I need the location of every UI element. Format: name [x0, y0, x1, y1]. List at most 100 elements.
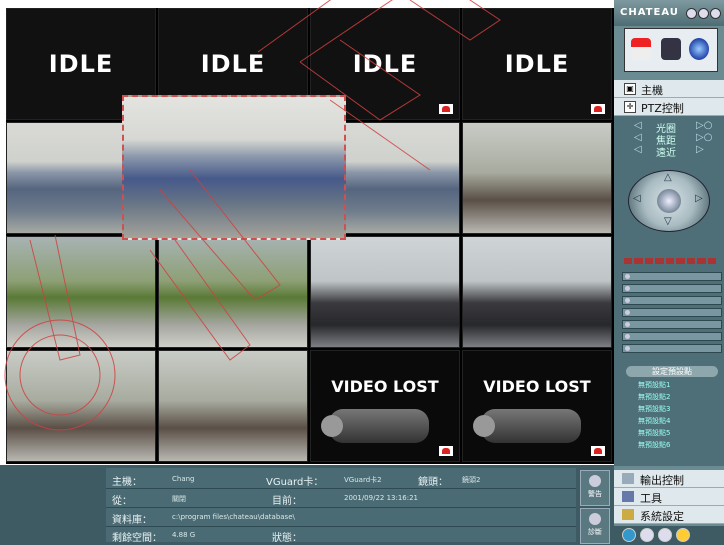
home-icon[interactable]: [640, 528, 654, 542]
host-icon: ▣: [624, 83, 636, 95]
idle-label: IDLE: [200, 50, 266, 78]
iris-open-button[interactable]: ▷○: [696, 120, 712, 131]
zoom-in-button[interactable]: ▷: [696, 144, 704, 155]
status-row-host: 主機： Chang VGuard卡： VGuard卡2 鏡頭： 鏡頭2: [106, 470, 576, 489]
close-button[interactable]: [710, 8, 721, 19]
card-label: VGuard卡：: [266, 477, 324, 488]
camera-settings-icon[interactable]: [661, 38, 681, 60]
tools-icon: [622, 491, 634, 502]
preset-bar[interactable]: [622, 308, 722, 317]
preset-item[interactable]: 無預設點3: [638, 404, 670, 414]
menu-ptz[interactable]: ✛ PTZ控制: [614, 98, 724, 116]
space-value: 4.88 G: [172, 531, 196, 539]
system-settings-label: 系統設定: [640, 510, 684, 523]
zoom-label: 遠近: [656, 148, 676, 159]
enlarged-camera-view[interactable]: [122, 95, 346, 240]
camera-tile-13[interactable]: [6, 350, 156, 462]
zoom-out-button[interactable]: ◁: [634, 144, 642, 155]
video-lost-label: VIDEO LOST: [483, 377, 591, 396]
diagnose-icon: [589, 513, 601, 525]
joystick-center[interactable]: [657, 189, 681, 213]
focus-near-button[interactable]: ◁: [634, 132, 642, 143]
camera-tile-11[interactable]: [310, 236, 460, 348]
space-label: 剩餘空間：: [112, 533, 162, 544]
set-preset-button[interactable]: 設定預設點: [626, 366, 718, 377]
warning-button[interactable]: 警告: [580, 470, 610, 506]
state-label: 狀態：: [272, 533, 302, 544]
preset-item[interactable]: 無預設點1: [638, 380, 670, 390]
output-icon: [622, 473, 634, 484]
pan-left-icon[interactable]: ◁: [633, 193, 641, 204]
app-window: IDLE IDLE IDLE IDLE VIDEO LOST VIDEO LOS…: [0, 0, 724, 545]
tilt-up-icon[interactable]: △: [664, 172, 672, 183]
ptz-focus-row: ◁ 焦距 ▷○: [614, 132, 724, 147]
idle-label: IDLE: [48, 50, 114, 78]
preset-item[interactable]: 無預設點5: [638, 428, 670, 438]
preset-item[interactable]: 無預設點6: [638, 440, 670, 450]
ptz-zoom-row: ◁ 遠近 ▷: [614, 144, 724, 159]
camera-icon: [321, 409, 429, 443]
preset-bar[interactable]: [622, 344, 722, 353]
db-label: 資料庫：: [112, 515, 152, 526]
from-label: 從：: [112, 496, 132, 507]
tool-icon-bar: [624, 28, 718, 72]
camera-tile-10[interactable]: [158, 236, 308, 348]
minimize-button[interactable]: [686, 8, 697, 19]
camera-tile-14[interactable]: [158, 350, 308, 462]
host-value: Chang: [172, 475, 195, 483]
diagnose-button[interactable]: 診斷: [580, 508, 610, 544]
camera-tile-9[interactable]: [6, 236, 156, 348]
status-row-space: 剩餘空間： 4.88 G 狀態：: [106, 526, 576, 544]
brand-logo-icon: [591, 104, 605, 114]
maximize-button[interactable]: [698, 8, 709, 19]
preset-item[interactable]: 無預設點4: [638, 416, 670, 426]
idle-label: IDLE: [504, 50, 570, 78]
preset-bar[interactable]: [622, 284, 722, 293]
pan-right-icon[interactable]: ▷: [695, 193, 703, 204]
idle-label: IDLE: [352, 50, 418, 78]
iris-close-button[interactable]: ◁: [634, 120, 642, 131]
preset-bar[interactable]: [622, 320, 722, 329]
help-icon[interactable]: [676, 528, 690, 542]
camera-tile-15[interactable]: VIDEO LOST: [310, 350, 460, 462]
preset-item[interactable]: 無預設點2: [638, 392, 670, 402]
ptz-joystick[interactable]: △ ▽ ◁ ▷: [628, 170, 710, 232]
menu-output-control[interactable]: 輸出控制: [614, 470, 724, 488]
from-value: 關閉: [172, 495, 186, 503]
now-label: 目前：: [272, 496, 302, 507]
status-row-db: 資料庫： c:\program files\chateau\database\: [106, 508, 576, 527]
camera-tile-16[interactable]: VIDEO LOST: [462, 350, 612, 462]
ptz-icon: ✛: [624, 101, 636, 113]
camera-tile-12[interactable]: [462, 236, 612, 348]
menu-tools[interactable]: 工具: [614, 488, 724, 506]
warning-icon: [589, 475, 601, 487]
host-label: 主機：: [112, 477, 142, 488]
preset-bars: [622, 258, 722, 358]
network-icon[interactable]: [689, 38, 709, 60]
menu-host-label: 主機: [641, 84, 663, 97]
tools-label: 工具: [640, 492, 662, 505]
card-value: VGuard卡2: [344, 476, 382, 484]
brand-logo-icon: [439, 104, 453, 114]
right-panel: CHATEAU ▣ 主機 ✛ PTZ控制 ◁ 光圈 ▷○ ◁ 焦距 ▷○ ◁ 遠…: [614, 0, 724, 545]
camera-tile-4[interactable]: IDLE: [462, 8, 612, 120]
status-panel: 主機： Chang VGuard卡： VGuard卡2 鏡頭： 鏡頭2 從： 關…: [106, 468, 576, 544]
video-lost-label: VIDEO LOST: [331, 377, 439, 396]
preset-bar[interactable]: [622, 272, 722, 281]
menu-host[interactable]: ▣ 主機: [614, 80, 724, 98]
preset-bar[interactable]: [622, 296, 722, 305]
menu-system-settings[interactable]: 系統設定: [614, 506, 724, 524]
lens-label: 鏡頭：: [418, 477, 448, 488]
focus-far-button[interactable]: ▷○: [696, 132, 712, 143]
camera-tile-8[interactable]: [462, 122, 612, 234]
settings-gear-icon[interactable]: [658, 528, 672, 542]
tilt-down-icon[interactable]: ▽: [664, 216, 672, 227]
warning-button-label: 警告: [588, 490, 602, 498]
output-control-label: 輸出控制: [640, 474, 684, 487]
preset-bar[interactable]: [622, 332, 722, 341]
brand-logo-icon: [439, 446, 453, 456]
brand-logo-icon: [591, 446, 605, 456]
back-icon[interactable]: [622, 528, 636, 542]
diagnose-button-label: 診斷: [588, 528, 602, 536]
alarm-light-icon[interactable]: [631, 38, 651, 60]
